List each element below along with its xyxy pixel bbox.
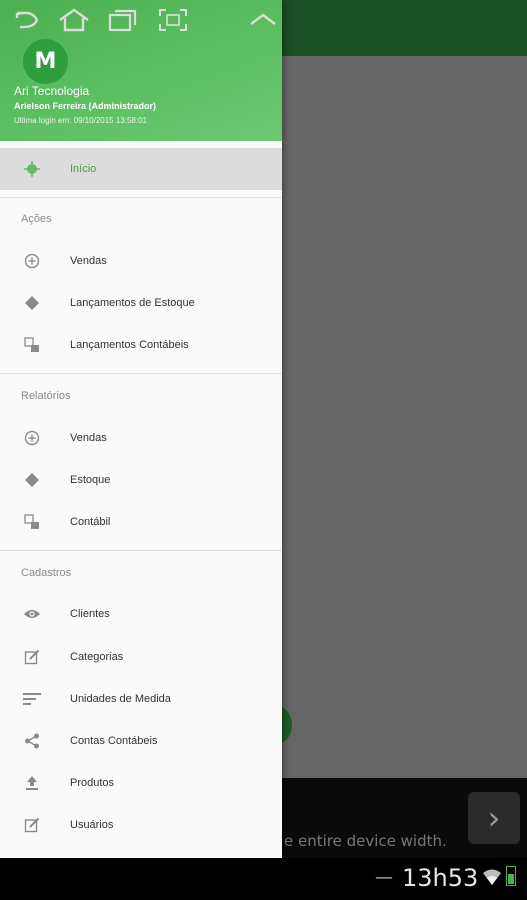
diamond-icon: [22, 470, 42, 490]
menu-item-lancamentos-estoque[interactable]: Lançamentos de Estoque: [0, 282, 282, 324]
section-title-cadastros: Cadastros: [21, 567, 72, 579]
wifi-icon: [482, 868, 502, 890]
menu-item-acoes-vendas[interactable]: Vendas: [0, 240, 282, 282]
home-icon[interactable]: [58, 8, 90, 37]
ledger-icon: [22, 512, 42, 532]
recent-apps-icon[interactable]: [108, 8, 138, 37]
menu-item-label: Estoque: [70, 474, 111, 486]
ledger-icon: [22, 335, 42, 355]
upload-icon: [22, 773, 42, 793]
crosshair-icon: [22, 159, 42, 179]
menu-item-usuarios[interactable]: Usuários: [0, 804, 282, 846]
eye-icon: [22, 604, 42, 624]
screen: e entire device width. › M Ari Tecnologi…: [0, 0, 527, 900]
last-login-text: Ultima login em: 09/10/2015 13:58:01: [14, 116, 147, 125]
edit-icon: [22, 647, 42, 667]
share-icon: [22, 731, 42, 751]
divider: [0, 197, 282, 198]
divider: [0, 550, 282, 551]
menu-item-label: Vendas: [70, 255, 107, 267]
menu-item-label: Contábil: [70, 516, 111, 528]
menu-item-label: Vendas: [70, 432, 107, 444]
section-title-acoes: Ações: [21, 213, 52, 225]
clock[interactable]: 13h53: [402, 864, 478, 892]
menu-item-label: Contas Contábeis: [70, 735, 158, 747]
menu-item-inicio[interactable]: Início: [0, 148, 282, 190]
chevron-up-icon[interactable]: [248, 8, 278, 37]
menu-item-clientes[interactable]: Clientes: [0, 593, 282, 635]
notification-dash-icon: —: [375, 867, 393, 888]
divider: [0, 373, 282, 374]
battery-icon: [506, 866, 516, 886]
menu-item-label: Clientes: [70, 608, 110, 620]
menu-item-label: Produtos: [70, 777, 115, 789]
menu-item-label: Unidades de Medida: [70, 693, 171, 705]
chevron-right-icon: ›: [487, 799, 501, 837]
bottom-hint-text: e entire device width.: [284, 832, 447, 850]
menu-item-contas-contabeis[interactable]: Contas Contábeis: [0, 720, 282, 762]
diamond-icon: [22, 293, 42, 313]
menu-item-relatorios-vendas[interactable]: Vendas: [0, 417, 282, 459]
menu-item-unidades-medida[interactable]: Unidades de Medida: [0, 678, 282, 720]
plus-circle-icon: [22, 251, 42, 271]
plus-circle-icon: [22, 428, 42, 448]
back-icon[interactable]: [12, 8, 42, 37]
menu-item-produtos[interactable]: Produtos: [0, 762, 282, 804]
menu-item-label: Lançamentos de Estoque: [70, 297, 195, 309]
battery-level: [508, 874, 514, 884]
drawer-header: M Ari Tecnologia Arielson Ferreira (Admi…: [0, 0, 282, 141]
menu-item-label: Categorias: [70, 651, 124, 663]
menu-item-estoque[interactable]: Estoque: [0, 459, 282, 501]
section-title-relatorios: Relatórios: [21, 390, 71, 402]
sort-lines-icon: [22, 689, 42, 709]
menu-item-label: Início: [70, 163, 97, 175]
screenshot-icon[interactable]: [158, 8, 188, 37]
menu-item-label: Usuários: [70, 819, 114, 831]
navigation-drawer: M Ari Tecnologia Arielson Ferreira (Admi…: [0, 0, 282, 858]
user-name: Arielson Ferreira (Administrador): [14, 101, 157, 111]
menu-item-lancamentos-contabeis[interactable]: Lançamentos Contábeis: [0, 324, 282, 366]
menu-item-categorias[interactable]: Categorias: [0, 636, 282, 678]
next-button[interactable]: ›: [468, 792, 520, 844]
menu-item-label: Lançamentos Contábeis: [70, 339, 189, 351]
menu-item-contabil[interactable]: Contábil: [0, 501, 282, 543]
edit-icon: [22, 815, 42, 835]
avatar[interactable]: M: [23, 39, 68, 84]
company-name: Ari Tecnologia: [14, 84, 90, 98]
